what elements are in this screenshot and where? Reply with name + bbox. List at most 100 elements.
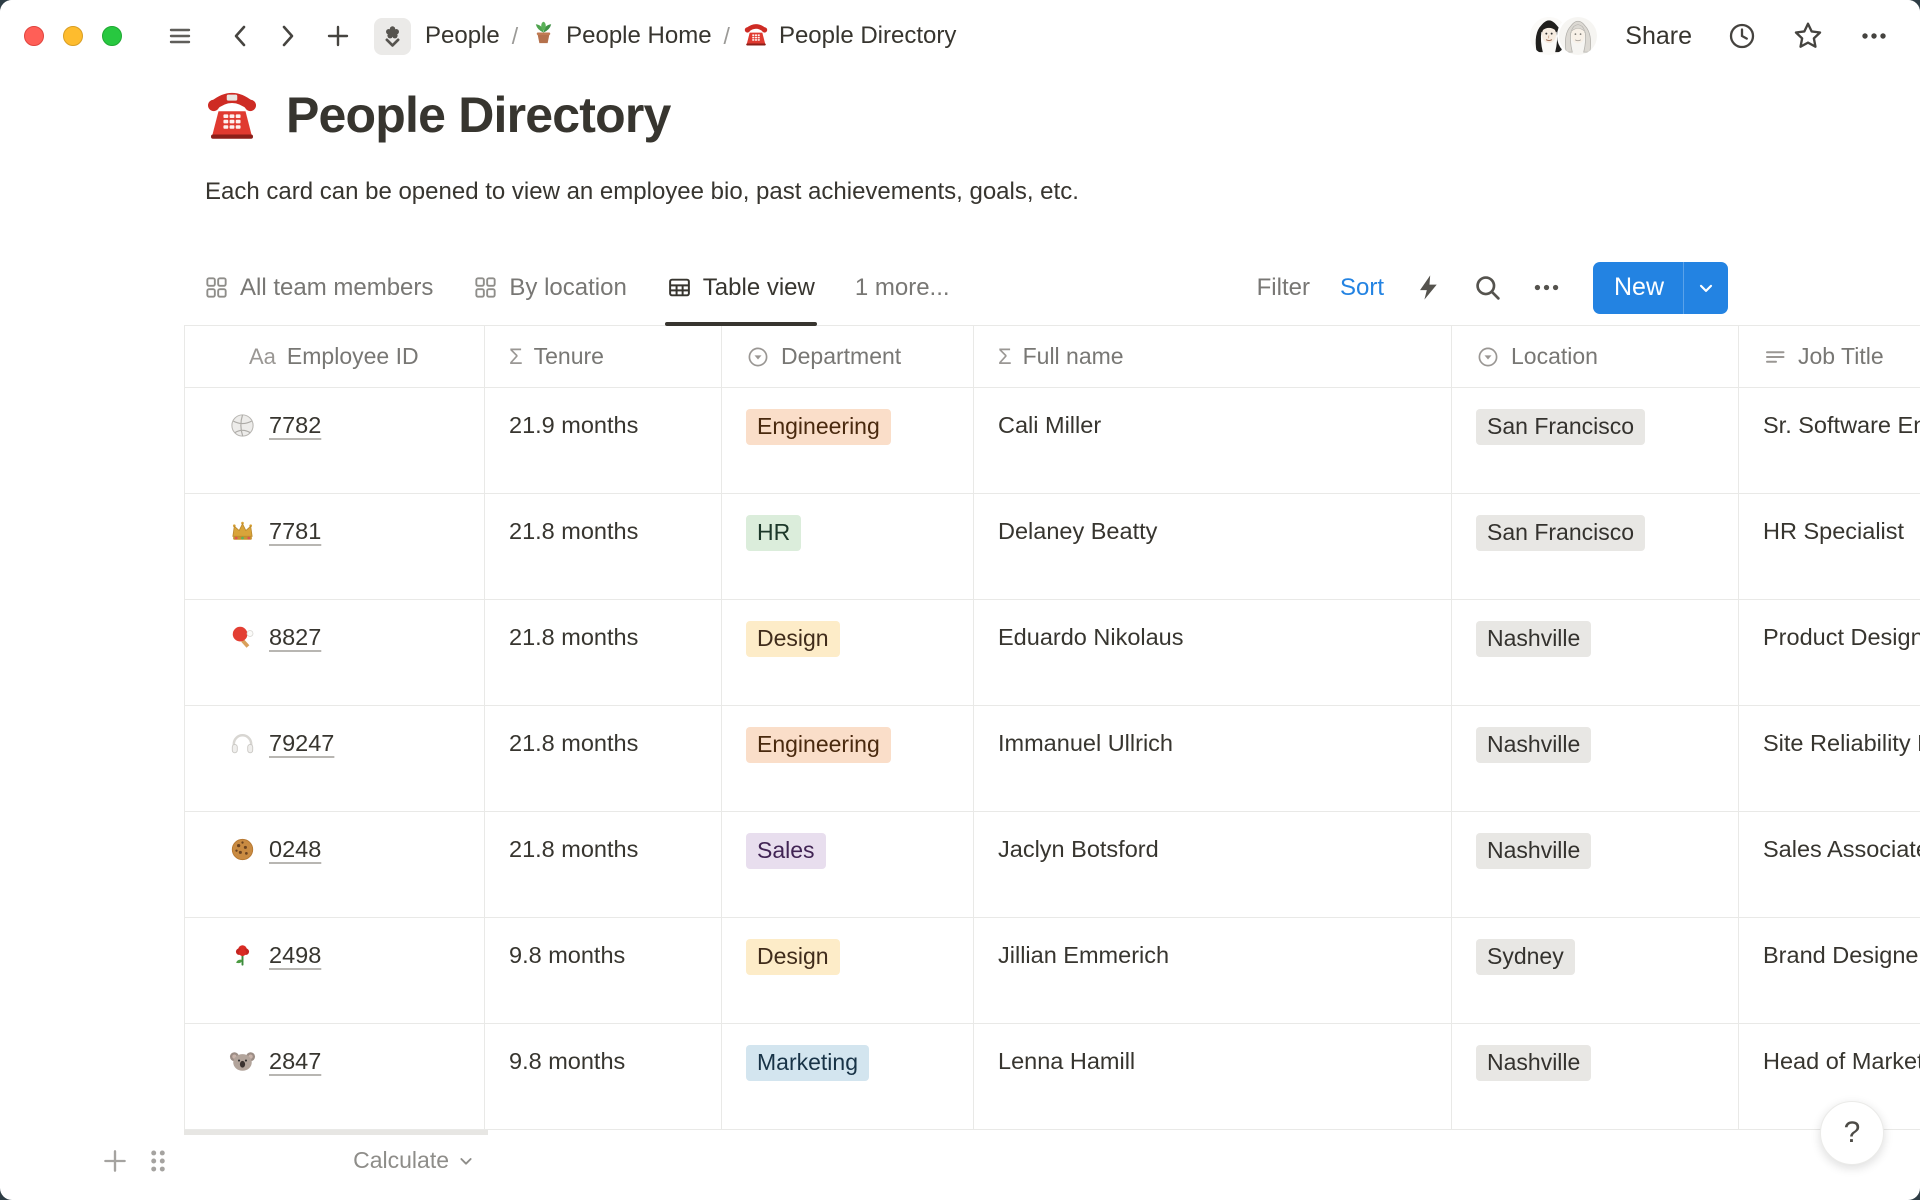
new-split-button: New (1593, 262, 1728, 314)
sidebar-toggle-icon[interactable] (166, 22, 194, 50)
full-name-cell[interactable]: Cali Miller (974, 388, 1452, 493)
department-cell[interactable]: Design (722, 600, 974, 705)
tenure-cell[interactable]: 21.8 months (485, 706, 722, 811)
column-header-tenure[interactable]: Σ Tenure (485, 326, 722, 387)
full-name-cell[interactable]: Eduardo Nikolaus (974, 600, 1452, 705)
share-button[interactable]: Share (1625, 22, 1692, 51)
tab-all-team-members[interactable]: All team members (204, 274, 433, 302)
table-row[interactable]: 7781 21.8 months HR Delaney Beatty San F… (185, 494, 1920, 600)
full-name-cell[interactable]: Lenna Hamill (974, 1024, 1452, 1129)
location-cell[interactable]: Nashville (1452, 1024, 1739, 1129)
chevron-down-icon[interactable] (1683, 262, 1728, 314)
page-icon-red-telephone[interactable] (202, 82, 262, 147)
back-icon[interactable] (228, 23, 254, 49)
job-title-cell[interactable]: Sr. Software Engineer (1739, 388, 1920, 493)
breadcrumb-people[interactable]: People (425, 22, 500, 50)
view-tabs: All team members By location Table view (204, 274, 815, 302)
employee-id-link[interactable]: 8827 (269, 621, 321, 653)
view-actions: Filter Sort New (1257, 262, 1728, 314)
column-header-full-name[interactable]: Σ Full name (974, 326, 1452, 387)
column-header-location[interactable]: Location (1452, 326, 1739, 387)
tenure-cell[interactable]: 9.8 months (485, 1024, 722, 1129)
employee-id-link[interactable]: 2847 (269, 1045, 321, 1077)
tenure-cell[interactable]: 9.8 months (485, 918, 722, 1023)
view-toolbar: All team members By location Table view … (184, 260, 1920, 326)
department-cell[interactable]: HR (722, 494, 974, 599)
table-row[interactable]: 8827 21.8 months Design Eduardo Nikolaus… (185, 600, 1920, 706)
window-titlebar: People / People Home / People Directory (0, 0, 1920, 72)
location-cell[interactable]: San Francisco (1452, 494, 1739, 599)
ping-pong-icon (229, 624, 256, 651)
column-header-department[interactable]: Department (722, 326, 974, 387)
close-window-button[interactable] (24, 26, 44, 46)
tab-by-location[interactable]: By location (473, 274, 626, 302)
location-cell[interactable]: Nashville (1452, 812, 1739, 917)
search-icon[interactable] (1473, 273, 1502, 302)
star-icon[interactable] (1792, 20, 1824, 52)
breadcrumb-people-home[interactable]: People Home (530, 19, 711, 53)
column-header-job-title[interactable]: Job Title (1739, 326, 1920, 387)
department-cell[interactable]: Engineering (722, 706, 974, 811)
job-title-cell[interactable]: Site Reliability Engineer (1739, 706, 1920, 811)
clock-icon[interactable] (1726, 20, 1758, 52)
department-cell[interactable]: Sales (722, 812, 974, 917)
employee-id-link[interactable]: 7781 (269, 515, 321, 547)
headphones-icon (229, 730, 256, 757)
job-title-cell[interactable]: Product Designer (1739, 600, 1920, 705)
new-button[interactable]: New (1593, 262, 1683, 314)
app-window: People / People Home / People Directory (0, 0, 1920, 1200)
department-cell[interactable]: Engineering (722, 388, 974, 493)
tab-table-view[interactable]: Table view (667, 274, 815, 302)
job-title-cell[interactable]: Sales Associate (1739, 812, 1920, 917)
minimize-window-button[interactable] (63, 26, 83, 46)
job-title-cell[interactable]: Brand Designer (1739, 918, 1920, 1023)
location-cell[interactable]: Sydney (1452, 918, 1739, 1023)
drag-handle-icon[interactable] (143, 1146, 173, 1179)
avatar[interactable] (1557, 15, 1599, 57)
sort-button[interactable]: Sort (1340, 274, 1384, 302)
tenure-cell[interactable]: 21.9 months (485, 388, 722, 493)
rose-icon (229, 942, 256, 969)
collaborator-avatars[interactable] (1528, 15, 1599, 57)
table-row[interactable]: 7782 21.9 months Engineering Cali Miller… (185, 388, 1920, 494)
table-row[interactable]: 0248 21.8 months Sales Jaclyn Botsford N… (185, 812, 1920, 918)
more-views-button[interactable]: 1 more... (855, 274, 950, 302)
more-options-icon[interactable] (1858, 20, 1890, 52)
column-header-employee-id[interactable]: Aa Employee ID (185, 326, 485, 387)
flower-teamspace-icon[interactable] (374, 18, 411, 55)
employee-id-link[interactable]: 79247 (269, 727, 334, 759)
help-button[interactable]: ? (1820, 1101, 1884, 1165)
job-title-cell[interactable]: HR Specialist (1739, 494, 1920, 599)
tenure-cell[interactable]: 21.8 months (485, 812, 722, 917)
chevron-down-icon (458, 1153, 474, 1169)
view-options-icon[interactable] (1532, 273, 1561, 302)
filter-button[interactable]: Filter (1257, 274, 1310, 302)
tenure-cell[interactable]: 21.8 months (485, 600, 722, 705)
location-cell[interactable]: San Francisco (1452, 388, 1739, 493)
calculate-button[interactable]: Calculate (184, 1130, 488, 1174)
new-page-icon[interactable] (324, 22, 352, 50)
full-name-cell[interactable]: Jillian Emmerich (974, 918, 1452, 1023)
location-cell[interactable]: Nashville (1452, 600, 1739, 705)
department-cell[interactable]: Design (722, 918, 974, 1023)
table-row[interactable]: 2847 9.8 months Marketing Lenna Hamill N… (185, 1024, 1920, 1130)
location-cell[interactable]: Nashville (1452, 706, 1739, 811)
lightning-icon[interactable] (1414, 273, 1443, 302)
breadcrumb-people-directory[interactable]: People Directory (742, 19, 956, 54)
full-name-cell[interactable]: Delaney Beatty (974, 494, 1452, 599)
table-row[interactable]: 2498 9.8 months Design Jillian Emmerich … (185, 918, 1920, 1024)
employee-id-link[interactable]: 2498 (269, 939, 321, 971)
crown-icon (229, 518, 256, 545)
zoom-window-button[interactable] (102, 26, 122, 46)
department-cell[interactable]: Marketing (722, 1024, 974, 1129)
full-name-cell[interactable]: Immanuel Ullrich (974, 706, 1452, 811)
table-row[interactable]: 79247 21.8 months Engineering Immanuel U… (185, 706, 1920, 812)
table-header-row: Aa Employee ID Σ Tenure Department Σ Ful… (185, 326, 1920, 388)
employee-id-link[interactable]: 7782 (269, 409, 321, 441)
department-tag: Design (746, 939, 840, 975)
forward-icon[interactable] (274, 23, 300, 49)
full-name-cell[interactable]: Jaclyn Botsford (974, 812, 1452, 917)
employee-id-link[interactable]: 0248 (269, 833, 321, 865)
tenure-cell[interactable]: 21.8 months (485, 494, 722, 599)
add-row-icon[interactable] (100, 1146, 130, 1179)
